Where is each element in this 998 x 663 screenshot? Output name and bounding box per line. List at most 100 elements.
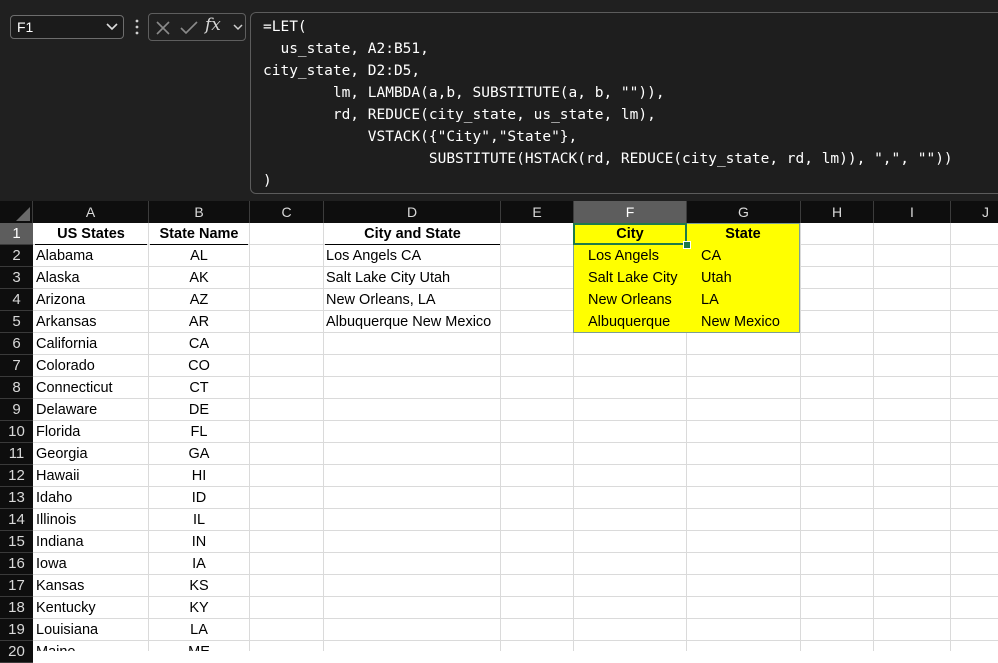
abbr-cell[interactable]: GA: [150, 443, 248, 465]
result-city-cell[interactable]: New Orleans: [574, 289, 672, 311]
row-header[interactable]: 1: [0, 223, 33, 245]
row-header[interactable]: 12: [0, 465, 33, 487]
abbr-cell[interactable]: CO: [150, 355, 248, 377]
abbr-cell[interactable]: AK: [150, 267, 248, 289]
state-cell[interactable]: Kansas: [36, 575, 84, 597]
formula-input[interactable]: =LET( us_state, A2:B51, city_state, D2:D…: [250, 12, 998, 194]
column-header-a[interactable]: A: [33, 201, 149, 223]
abbr-cell[interactable]: HI: [150, 465, 248, 487]
abbr-cell[interactable]: AZ: [150, 289, 248, 311]
abbr-cell[interactable]: FL: [150, 421, 248, 443]
header-state-name[interactable]: State Name: [150, 223, 248, 245]
state-cell[interactable]: Arkansas: [36, 311, 96, 333]
result-city-cell[interactable]: Salt Lake City: [574, 267, 677, 289]
abbr-cell[interactable]: DE: [150, 399, 248, 421]
row-header[interactable]: 16: [0, 553, 33, 575]
column-header-h[interactable]: H: [801, 201, 874, 223]
abbr-cell[interactable]: CT: [150, 377, 248, 399]
city-state-cell[interactable]: New Orleans, LA: [326, 289, 436, 311]
state-cell[interactable]: Florida: [36, 421, 80, 443]
city-state-cell[interactable]: Los Angels CA: [326, 245, 421, 267]
abbr-cell[interactable]: AR: [150, 311, 248, 333]
state-cell[interactable]: Indiana: [36, 531, 84, 553]
row-header[interactable]: 7: [0, 355, 33, 377]
state-cell[interactable]: Illinois: [36, 509, 76, 531]
column-header-b[interactable]: B: [149, 201, 250, 223]
select-all-button[interactable]: [0, 201, 33, 223]
abbr-cell[interactable]: CA: [150, 333, 248, 355]
abbr-cell[interactable]: IN: [150, 531, 248, 553]
result-state-cell[interactable]: LA: [687, 289, 719, 311]
cell-area[interactable]: US States State Name City and State City…: [33, 223, 998, 651]
abbr-cell[interactable]: KS: [150, 575, 248, 597]
row-header[interactable]: 3: [0, 267, 33, 289]
result-city-cell[interactable]: Los Angels: [574, 245, 659, 267]
spreadsheet-grid: A B C D E F G H I J 1 2 3 4 5 6 7 8 9 10…: [0, 201, 998, 663]
row-header[interactable]: 17: [0, 575, 33, 597]
column-header-f[interactable]: F: [574, 201, 687, 223]
column-header-c[interactable]: C: [250, 201, 324, 223]
city-state-cell[interactable]: Salt Lake City Utah: [326, 267, 450, 289]
state-cell[interactable]: Alabama: [36, 245, 93, 267]
state-cell[interactable]: Maine: [36, 641, 76, 651]
result-city-cell[interactable]: Albuquerque: [574, 311, 670, 333]
row-header[interactable]: 9: [0, 399, 33, 421]
state-cell[interactable]: Colorado: [36, 355, 95, 377]
state-cell[interactable]: Hawaii: [36, 465, 80, 487]
abbr-cell[interactable]: IL: [150, 509, 248, 531]
header-state[interactable]: State: [687, 223, 799, 245]
row-header[interactable]: 8: [0, 377, 33, 399]
result-state-cell[interactable]: Utah: [687, 267, 732, 289]
column-header-e[interactable]: E: [501, 201, 574, 223]
state-cell[interactable]: Connecticut: [36, 377, 113, 399]
formula-controls: fx: [148, 13, 246, 41]
result-state-cell[interactable]: CA: [687, 245, 721, 267]
abbr-cell[interactable]: ME: [150, 641, 248, 651]
chevron-down-icon[interactable]: [105, 21, 119, 33]
formula-bar-area: F1 fx =LET( us_state, A2:B51, city_state…: [0, 0, 998, 201]
row-header[interactable]: 11: [0, 443, 33, 465]
row-header[interactable]: 5: [0, 311, 33, 333]
column-header-i[interactable]: I: [874, 201, 951, 223]
row-header[interactable]: 2: [0, 245, 33, 267]
abbr-cell[interactable]: ID: [150, 487, 248, 509]
column-header-g[interactable]: G: [687, 201, 801, 223]
name-box[interactable]: F1: [10, 15, 124, 39]
row-header[interactable]: 18: [0, 597, 33, 619]
state-cell[interactable]: Louisiana: [36, 619, 98, 641]
abbr-cell[interactable]: IA: [150, 553, 248, 575]
state-cell[interactable]: Delaware: [36, 399, 97, 421]
row-header[interactable]: 14: [0, 509, 33, 531]
state-cell[interactable]: California: [36, 333, 97, 355]
row-header[interactable]: 19: [0, 619, 33, 641]
checkmark-icon[interactable]: [179, 20, 199, 36]
insert-function-icon[interactable]: fx: [205, 15, 221, 35]
column-header-d[interactable]: D: [324, 201, 501, 223]
row-header[interactable]: 10: [0, 421, 33, 443]
city-state-cell[interactable]: Albuquerque New Mexico: [326, 311, 491, 333]
state-cell[interactable]: Kentucky: [36, 597, 96, 619]
state-cell[interactable]: Iowa: [36, 553, 67, 575]
result-state-cell[interactable]: New Mexico: [687, 311, 780, 333]
row-header[interactable]: 15: [0, 531, 33, 553]
column-header-j[interactable]: J: [951, 201, 998, 223]
name-box-value: F1: [17, 19, 34, 35]
row-header[interactable]: 13: [0, 487, 33, 509]
state-cell[interactable]: Georgia: [36, 443, 88, 465]
state-cell[interactable]: Arizona: [36, 289, 85, 311]
state-cell[interactable]: Alaska: [36, 267, 80, 289]
header-us-states[interactable]: US States: [35, 223, 147, 245]
chevron-down-icon[interactable]: [232, 22, 244, 32]
header-city-and-state[interactable]: City and State: [325, 223, 500, 245]
state-cell[interactable]: Idaho: [36, 487, 72, 509]
abbr-cell[interactable]: KY: [150, 597, 248, 619]
row-header[interactable]: 6: [0, 333, 33, 355]
abbr-cell[interactable]: LA: [150, 619, 248, 641]
abbr-cell[interactable]: AL: [150, 245, 248, 267]
fill-handle[interactable]: [683, 241, 691, 249]
cancel-icon[interactable]: [155, 20, 171, 36]
row-header[interactable]: 4: [0, 289, 33, 311]
more-options-icon[interactable]: [134, 17, 140, 37]
active-cell-border: [573, 223, 687, 245]
row-header[interactable]: 20: [0, 641, 33, 663]
